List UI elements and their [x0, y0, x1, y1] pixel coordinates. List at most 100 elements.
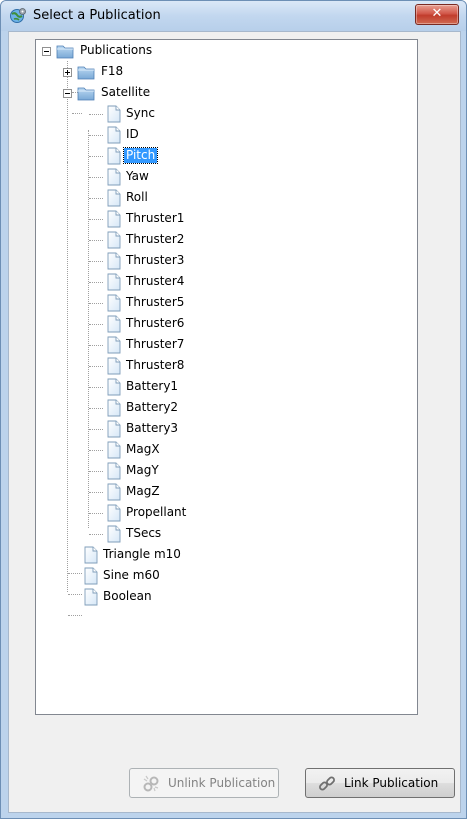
tree-connector-line — [89, 492, 103, 493]
tree-node[interactable]: F18 — [36, 62, 406, 82]
tree-node-label: Battery2 — [126, 400, 179, 414]
tree-node-label: Publications — [80, 43, 153, 57]
tree-connector-line — [89, 198, 103, 199]
globe-gear-icon — [10, 8, 26, 23]
document-icon — [106, 378, 122, 399]
tree-node[interactable]: Thruster8 — [36, 356, 406, 376]
tree-node[interactable]: Sine m60 — [36, 566, 406, 586]
tree-connector-line — [89, 429, 103, 430]
document-icon — [106, 357, 122, 378]
close-button[interactable]: ✕ — [415, 4, 459, 25]
unlink-publication-button[interactable]: Unlink Publication — [129, 768, 279, 798]
unlink-publication-label: Unlink Publication — [168, 776, 276, 790]
tree-node[interactable]: ID — [36, 125, 406, 145]
expand-toggle[interactable] — [63, 68, 72, 77]
document-icon — [106, 420, 122, 441]
tree-node[interactable]: Thruster4 — [36, 272, 406, 292]
document-icon — [83, 588, 99, 609]
tree-connector-line — [89, 513, 103, 514]
collapse-toggle[interactable] — [63, 89, 72, 98]
document-icon — [106, 231, 122, 252]
tree-node-label: Sync — [126, 106, 155, 120]
tree-connector-line — [89, 261, 103, 262]
tree-node[interactable]: Thruster1 — [36, 209, 406, 229]
document-icon — [106, 210, 122, 231]
tree-node[interactable]: Propellant — [36, 503, 406, 523]
tree-node[interactable]: Battery3 — [36, 419, 406, 439]
document-icon — [106, 504, 122, 525]
tree-node[interactable]: Battery2 — [36, 398, 406, 418]
tree-node[interactable]: MagZ — [36, 482, 406, 502]
tree-node-label: Thruster8 — [126, 358, 185, 372]
tree-node-label: Sine m60 — [103, 568, 160, 582]
tree-node[interactable]: MagX — [36, 440, 406, 460]
tree-node-label: Battery1 — [126, 379, 179, 393]
document-icon — [106, 189, 122, 210]
tree-connector-line — [89, 282, 103, 283]
tree-node[interactable]: TSecs — [36, 524, 406, 544]
document-icon — [106, 105, 122, 126]
tree-node-label: Thruster2 — [126, 232, 185, 246]
folder-icon — [56, 42, 74, 63]
tree-node-label: Thruster4 — [126, 274, 185, 288]
tree-node-label: Boolean — [103, 589, 152, 603]
tree-node[interactable]: Thruster6 — [36, 314, 406, 334]
tree-node-label: MagY — [126, 463, 159, 477]
tree-node[interactable]: Sync — [36, 104, 406, 124]
tree-connector-line — [89, 114, 103, 115]
tree-connector-line — [89, 135, 103, 136]
tree-node[interactable]: Thruster7 — [36, 335, 406, 355]
tree-node-label: MagX — [126, 442, 160, 456]
window-title: Select a Publication — [33, 8, 161, 23]
folder-icon — [77, 84, 95, 105]
tree-node-label: Roll — [126, 190, 148, 204]
link-publication-label: Link Publication — [344, 776, 439, 790]
tree-node[interactable]: Battery1 — [36, 377, 406, 397]
document-icon — [106, 483, 122, 504]
tree-node[interactable]: Thruster2 — [36, 230, 406, 250]
tree-node-label: Pitch — [122, 147, 159, 164]
tree-connector-line — [89, 408, 103, 409]
document-icon — [106, 126, 122, 147]
document-icon — [106, 273, 122, 294]
title-bar[interactable]: Select a Publication ✕ — [1, 1, 466, 31]
tree-node[interactable]: Satellite — [36, 83, 406, 103]
tree-node-label: Triangle m10 — [103, 547, 181, 561]
tree-node-label: TSecs — [126, 526, 162, 540]
tree-node[interactable]: Roll — [36, 188, 406, 208]
tree-node[interactable]: Yaw — [36, 167, 406, 187]
tree-node-label: ID — [126, 127, 139, 141]
document-icon — [83, 546, 99, 567]
collapse-toggle[interactable] — [42, 47, 51, 56]
tree-node[interactable]: Pitch — [36, 146, 406, 166]
tree-node[interactable]: MagY — [36, 461, 406, 481]
document-icon — [106, 336, 122, 357]
tree-node[interactable]: Thruster5 — [36, 293, 406, 313]
link-publication-button[interactable]: Link Publication — [305, 768, 455, 798]
tree-node-label: Yaw — [126, 169, 149, 183]
tree-node[interactable]: Thruster3 — [36, 251, 406, 271]
document-icon — [106, 168, 122, 189]
document-icon — [106, 525, 122, 546]
tree-node[interactable]: Publications — [36, 41, 406, 61]
tree-node[interactable]: Triangle m10 — [36, 545, 406, 565]
tree-connector-line — [68, 615, 82, 616]
tree-node-label: Thruster5 — [126, 295, 185, 309]
tree-connector-line — [89, 387, 103, 388]
tree-connector-line — [89, 450, 103, 451]
tree-node[interactable]: Boolean — [36, 587, 406, 607]
tree-connector-line — [89, 366, 103, 367]
document-icon — [106, 315, 122, 336]
document-icon — [106, 252, 122, 273]
tree-connector-line — [89, 177, 103, 178]
tree-node-label: Thruster7 — [126, 337, 185, 351]
document-icon — [83, 567, 99, 588]
publication-tree[interactable]: Publications F18 Satellite Sync ID Pitch Yaw Ro… — [35, 39, 418, 715]
tree-node-label: Battery3 — [126, 421, 179, 435]
tree-connector-line — [89, 324, 103, 325]
tree-node-label: Thruster3 — [126, 253, 185, 267]
chain-link-icon — [319, 776, 335, 791]
tree-connector-line — [89, 471, 103, 472]
dialog-window: Select a Publication ✕ Publications F18 Sa… — [0, 0, 467, 819]
document-icon — [106, 462, 122, 483]
